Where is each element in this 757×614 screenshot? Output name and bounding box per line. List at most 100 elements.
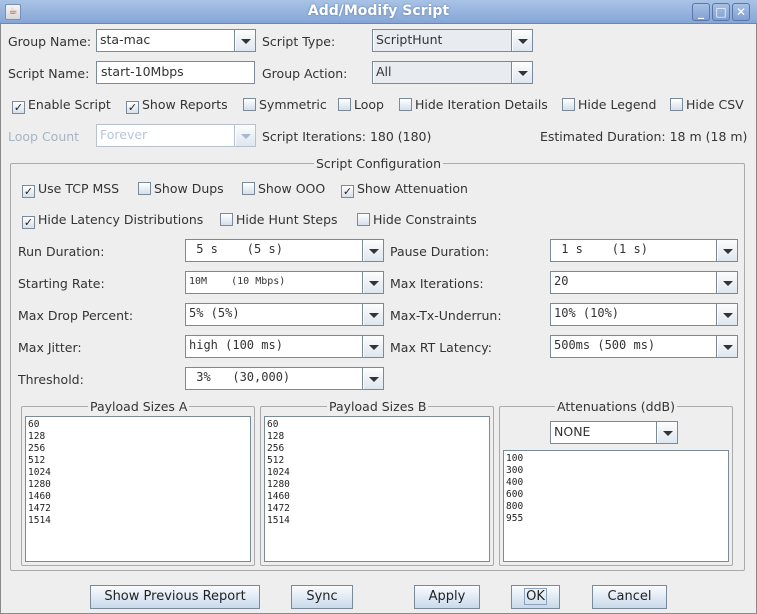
list-item[interactable]: 1024 [28,467,248,479]
payload-sizes-a-list[interactable]: 60 128 256 512 1024 1280 1460 1472 1514 [25,416,251,562]
checkbox-checked-icon[interactable]: ✓ [22,185,35,198]
chevron-down-icon[interactable] [364,272,383,293]
script-name-input[interactable]: start-10Mbps [96,61,255,84]
show-attenuation-checkbox[interactable]: ✓ Show Attenuation [341,181,468,198]
list-item[interactable]: 512 [28,455,248,467]
list-item[interactable]: 100 [506,453,726,465]
loop-checkbox[interactable]: Loop [338,97,384,112]
checkbox-unchecked-icon[interactable] [138,182,151,195]
list-item[interactable]: 1460 [28,491,248,503]
group-action-value[interactable]: All [374,62,512,83]
use-tcp-mss-checkbox[interactable]: ✓ Use TCP MSS [22,181,119,198]
enable-script-checkbox[interactable]: ✓ Enable Script [12,97,111,114]
maximize-icon[interactable]: □ [712,3,730,21]
list-item[interactable]: 1472 [28,503,248,515]
show-dups-checkbox[interactable]: Show Dups [138,181,224,196]
list-item[interactable]: 1280 [28,479,248,491]
run-duration-combo[interactable]: 5 s (5 s) [185,239,384,262]
attenuation-select-combo[interactable]: NONE [550,421,678,444]
list-item[interactable]: 400 [506,477,726,489]
list-item[interactable]: 128 [267,431,487,443]
group-name-combo[interactable]: sta-mac [96,29,256,52]
list-item[interactable]: 600 [506,489,726,501]
max-iterations-combo[interactable]: 20 [550,271,738,294]
chevron-down-icon[interactable] [718,336,737,357]
list-item[interactable]: 1514 [267,515,487,527]
minimize-icon[interactable]: _ [692,3,710,21]
ok-button[interactable]: OK [511,585,560,609]
pause-duration-combo[interactable]: 1 s (1 s) [550,239,738,262]
starting-rate-combo[interactable]: 10M (10 Mbps) [185,271,384,294]
max-drop-percent-value[interactable]: 5% (5%) [187,304,363,325]
checkbox-checked-icon[interactable]: ✓ [22,216,35,229]
script-type-combo[interactable]: ScriptHunt [372,29,533,52]
group-action-combo[interactable]: All [372,61,533,84]
list-item[interactable]: 256 [28,443,248,455]
checkbox-checked-icon[interactable]: ✓ [12,101,25,114]
threshold-combo[interactable]: 3% (30,000) [185,367,384,390]
list-item[interactable]: 1280 [267,479,487,491]
apply-button[interactable]: Apply [414,585,480,609]
list-item[interactable]: 300 [506,465,726,477]
chevron-down-icon[interactable] [718,272,737,293]
checkbox-unchecked-icon[interactable] [357,213,370,226]
list-item[interactable]: 256 [267,443,487,455]
pause-duration-value[interactable]: 1 s (1 s) [552,240,717,261]
max-jitter-combo[interactable]: high (100 ms) [185,335,384,358]
hide-csv-checkbox[interactable]: Hide CSV [670,97,744,112]
checkbox-unchecked-icon[interactable] [220,213,233,226]
list-item[interactable]: 955 [506,513,726,525]
list-item[interactable]: 1514 [28,515,248,527]
max-rt-latency-combo[interactable]: 500ms (500 ms) [550,335,738,358]
checkbox-unchecked-icon[interactable] [670,98,683,111]
checkbox-unchecked-icon[interactable] [562,98,575,111]
max-drop-percent-combo[interactable]: 5% (5%) [185,303,384,326]
max-tx-underrun-value[interactable]: 10% (10%) [552,304,717,325]
max-jitter-value[interactable]: high (100 ms) [187,336,363,357]
chevron-down-icon[interactable] [364,304,383,325]
checkbox-unchecked-icon[interactable] [243,98,256,111]
close-icon[interactable]: ✕ [732,3,750,21]
checkbox-unchecked-icon[interactable] [242,182,255,195]
list-item[interactable]: 800 [506,501,726,513]
checkbox-unchecked-icon[interactable] [338,98,351,111]
list-item[interactable]: 60 [28,419,248,431]
payload-sizes-b-list[interactable]: 60 128 256 512 1024 1280 1460 1472 1514 [264,416,490,562]
attenuations-list[interactable]: 100 300 400 600 800 955 [503,450,729,562]
list-item[interactable]: 1472 [267,503,487,515]
chevron-down-icon[interactable] [718,304,737,325]
cancel-button[interactable]: Cancel [592,585,667,609]
checkbox-checked-icon[interactable]: ✓ [341,185,354,198]
hide-iteration-details-checkbox[interactable]: Hide Iteration Details [399,97,548,112]
checkbox-unchecked-icon[interactable] [399,98,412,111]
chevron-down-icon[interactable] [658,422,677,443]
hide-legend-checkbox[interactable]: Hide Legend [562,97,656,112]
hide-latency-distributions-checkbox[interactable]: ✓ Hide Latency Distributions [22,212,203,229]
chevron-down-icon[interactable] [364,336,383,357]
starting-rate-value[interactable]: 10M (10 Mbps) [187,272,363,293]
list-item[interactable]: 128 [28,431,248,443]
list-item[interactable]: 60 [267,419,487,431]
attenuation-select-value[interactable]: NONE [552,422,657,443]
show-previous-report-button[interactable]: Show Previous Report [90,585,260,609]
max-rt-latency-value[interactable]: 500ms (500 ms) [552,336,717,357]
chevron-down-icon[interactable] [513,30,532,51]
chevron-down-icon[interactable] [513,62,532,83]
hide-hunt-steps-checkbox[interactable]: Hide Hunt Steps [220,212,338,227]
chevron-down-icon[interactable] [364,368,383,389]
chevron-down-icon[interactable] [236,30,255,51]
threshold-value[interactable]: 3% (30,000) [187,368,363,389]
show-ooo-checkbox[interactable]: Show OOO [242,181,325,196]
max-tx-underrun-combo[interactable]: 10% (10%) [550,303,738,326]
hide-constraints-checkbox[interactable]: Hide Constraints [357,212,477,227]
checkbox-checked-icon[interactable]: ✓ [126,101,139,114]
list-item[interactable]: 1024 [267,467,487,479]
script-type-value[interactable]: ScriptHunt [374,30,512,51]
show-reports-checkbox[interactable]: ✓ Show Reports [126,97,228,114]
sync-button[interactable]: Sync [291,585,353,609]
list-item[interactable]: 1460 [267,491,487,503]
list-item[interactable]: 512 [267,455,487,467]
run-duration-value[interactable]: 5 s (5 s) [187,240,363,261]
symmetric-checkbox[interactable]: Symmetric [243,97,327,112]
group-name-value[interactable]: sta-mac [98,30,235,51]
